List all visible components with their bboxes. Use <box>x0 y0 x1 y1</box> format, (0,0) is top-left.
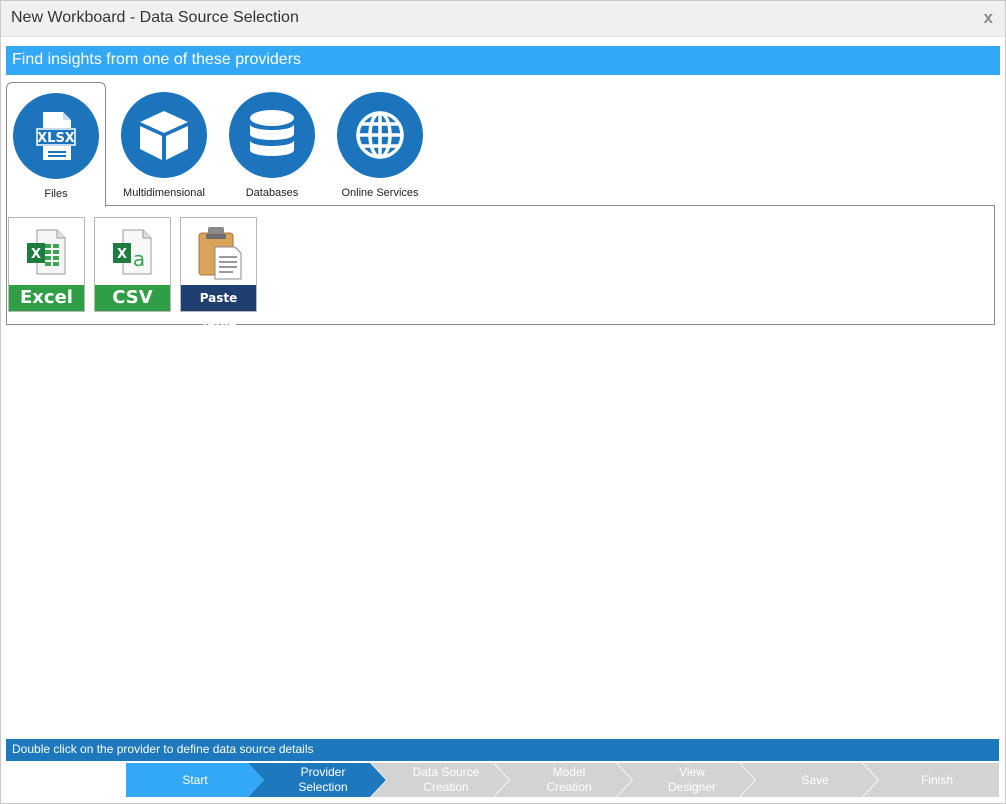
instruction-bar: Double click on the provider to define d… <box>6 739 999 761</box>
close-icon[interactable]: x <box>984 8 993 28</box>
wizard-step-label: Model Creation <box>546 765 592 794</box>
csv-icon: a X <box>95 218 170 285</box>
wizard-step-label: Provider Selection <box>298 765 348 794</box>
svg-text:XLSX: XLSX <box>37 131 75 146</box>
providers-panel: X Excel a X CSV Paste Table <box>6 205 995 331</box>
xlsx-file-icon: XLSX <box>13 93 99 179</box>
wizard-step-view-designer[interactable]: View Designer <box>617 763 755 797</box>
wizard-step-label: Data Source Creation <box>412 765 480 794</box>
wizard-step-label: Start <box>182 772 208 787</box>
wizard-step-start[interactable]: Start <box>126 763 264 797</box>
wizard-step-label: Finish <box>920 772 953 787</box>
dialog-title: New Workboard - Data Source Selection <box>11 9 299 26</box>
wizard-step-finish[interactable]: Finish <box>863 763 999 797</box>
tab-files-label: Files <box>44 188 68 200</box>
wizard-steps: Start Provider Selection Data Source Cre… <box>126 763 1001 797</box>
wizard-step-label: View Designer <box>667 765 717 794</box>
paste-table-provider-tile[interactable]: Paste Table <box>180 217 257 331</box>
clipboard-icon <box>181 218 256 285</box>
csv-provider-tile[interactable]: a X CSV <box>94 217 171 312</box>
wizard-step-save[interactable]: Save <box>740 763 878 797</box>
wizard-step-model-creation[interactable]: Model Creation <box>494 763 632 797</box>
wizard-step-data-source-creation[interactable]: Data Source Creation <box>371 763 509 797</box>
svg-text:X: X <box>30 247 40 262</box>
wizard-step-provider-selection[interactable]: Provider Selection <box>248 763 386 797</box>
tab-online-services-label: Online Services <box>341 187 419 199</box>
providers-banner: Find insights from one of these provider… <box>6 46 1000 75</box>
svg-text:X: X <box>116 247 126 262</box>
tab-files[interactable]: XLSX Files <box>6 82 106 207</box>
title-bar: New Workboard - Data Source Selection x <box>1 1 1005 37</box>
tab-multidimensional-label: Multidimensional <box>123 187 205 199</box>
paste-table-label: Paste Table <box>181 285 256 331</box>
tab-databases[interactable]: Databases <box>222 82 322 206</box>
svg-text:a: a <box>132 247 144 271</box>
excel-provider-tile[interactable]: X Excel <box>8 217 85 312</box>
tab-multidimensional[interactable]: Multidimensional <box>114 82 214 206</box>
data-source-dialog: New Workboard - Data Source Selection x … <box>0 0 1006 804</box>
provider-category-tabs: XLSX Files Multidimensional Databases On… <box>6 82 446 207</box>
globe-icon <box>337 92 423 178</box>
database-icon <box>229 92 315 178</box>
excel-label: Excel <box>9 285 84 311</box>
tab-databases-label: Databases <box>245 187 299 199</box>
excel-icon: X <box>9 218 84 285</box>
wizard-step-label: Save <box>801 772 829 787</box>
cube-icon <box>121 92 207 178</box>
tab-online-services[interactable]: Online Services <box>330 82 430 206</box>
csv-label: CSV <box>95 285 170 311</box>
